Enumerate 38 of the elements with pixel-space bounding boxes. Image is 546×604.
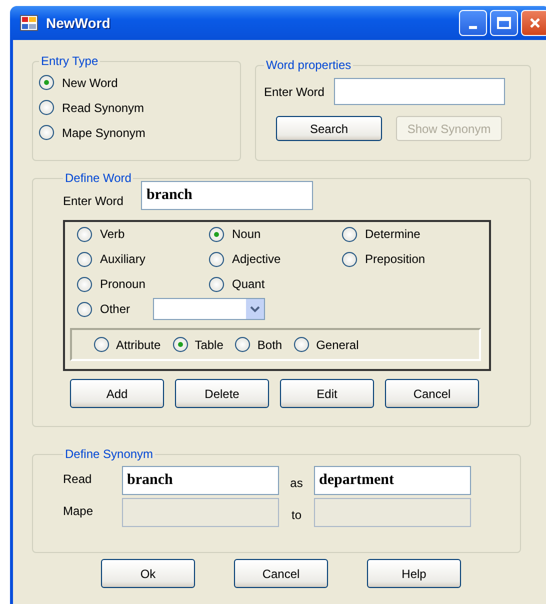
dialog-button[interactable]: Help	[367, 559, 461, 588]
radio-label: General	[316, 338, 359, 352]
group-title: Entry Type	[40, 54, 100, 68]
radio-label: Both	[257, 338, 282, 352]
radio-label: Other	[100, 302, 130, 316]
group-title: Word properties	[265, 58, 352, 72]
radio-label: Quant	[232, 277, 265, 291]
radio-label: New Word	[62, 76, 118, 90]
radio-label: Auxiliary	[100, 252, 146, 266]
dialog-button[interactable]: Ok	[101, 559, 195, 588]
input-field[interactable]: branch	[141, 181, 314, 210]
input-field[interactable]: branch	[122, 466, 279, 495]
radio-label: Noun	[232, 227, 261, 241]
radio-label: Adjective	[232, 252, 281, 266]
window-title: NewWord	[46, 15, 110, 31]
radio-label: Pronoun	[100, 277, 146, 291]
radio-label: Verb	[100, 227, 125, 241]
radio-label: Attribute	[116, 338, 161, 352]
group-title: Define Synonym	[64, 447, 154, 461]
action-button[interactable]: Add	[70, 379, 164, 408]
radio-label: Read Synonym	[62, 100, 144, 114]
field-label: Read	[63, 472, 93, 486]
field-label: Mape	[63, 504, 94, 518]
radio-label: Mape Synonym	[62, 126, 146, 140]
group-title: Define Word	[64, 171, 132, 185]
input-field[interactable]: department	[314, 466, 471, 495]
radio-label: Determine	[365, 227, 420, 241]
field-label: to	[290, 508, 302, 522]
dialog-button[interactable]: Cancel	[234, 559, 328, 588]
field-label: as	[289, 476, 304, 490]
field-label: Enter Word	[63, 194, 124, 208]
radio-label: Preposition	[365, 252, 426, 266]
radio-label: Table	[194, 338, 224, 352]
field-label: Enter Word	[264, 84, 324, 98]
action-button[interactable]: Search	[276, 116, 382, 141]
action-button[interactable]: Delete	[175, 379, 269, 408]
action-button[interactable]: Cancel	[385, 379, 479, 408]
action-button[interactable]: Edit	[280, 379, 374, 408]
